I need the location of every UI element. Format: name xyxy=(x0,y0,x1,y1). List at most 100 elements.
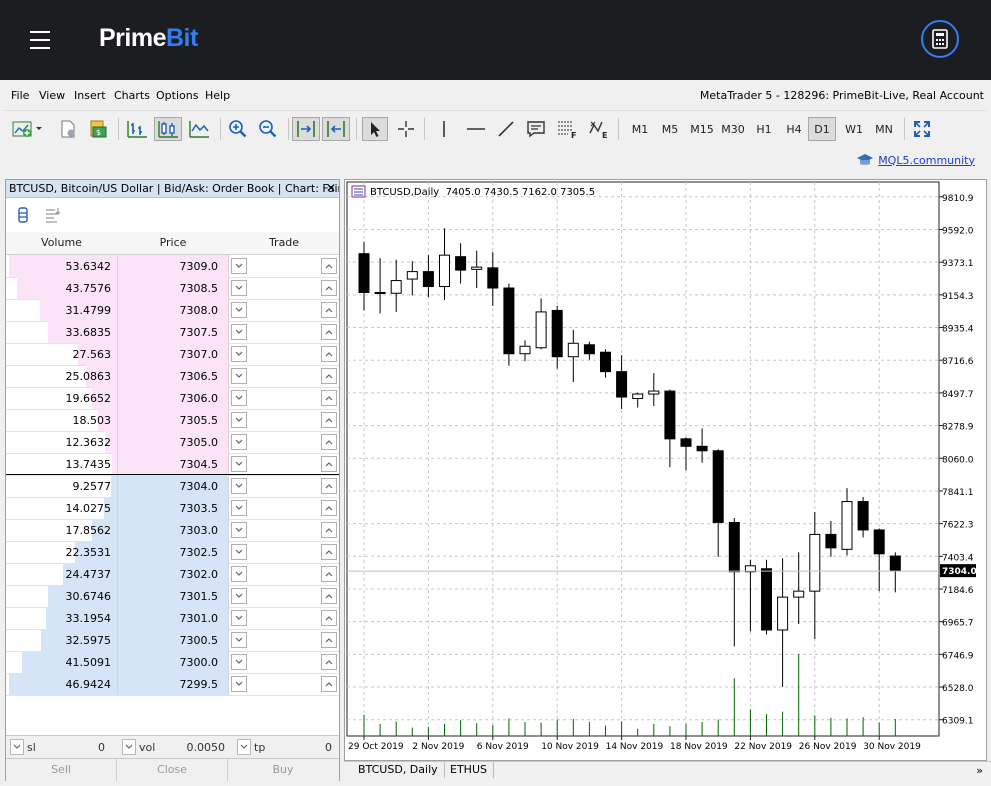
timeframe-m5[interactable]: M5 xyxy=(656,117,684,141)
ask-row[interactable]: 31.4799 7308.0 xyxy=(6,299,339,322)
chevron-down-icon[interactable] xyxy=(231,676,247,692)
chevron-down-icon[interactable] xyxy=(231,500,247,516)
new-chart-button[interactable] xyxy=(10,117,46,141)
chevron-down-icon[interactable] xyxy=(231,368,247,384)
chevron-up-icon[interactable] xyxy=(321,258,337,274)
candle-bear[interactable] xyxy=(616,371,628,398)
bar-chart-button[interactable] xyxy=(124,117,150,141)
auto-scroll-button[interactable] xyxy=(322,117,350,141)
zoom-out-button[interactable] xyxy=(256,117,280,141)
candle-bull[interactable] xyxy=(809,533,821,592)
candle-bull[interactable] xyxy=(374,292,386,295)
timeframe-d1[interactable]: D1 xyxy=(808,117,836,141)
ask-row[interactable]: 13.7435 7304.5 xyxy=(6,453,339,476)
chevron-down-icon[interactable] xyxy=(231,566,247,582)
timeframe-w1[interactable]: W1 xyxy=(840,117,868,141)
candle-bull[interactable] xyxy=(439,254,450,288)
candle-bull[interactable] xyxy=(777,596,789,631)
candle-bear[interactable] xyxy=(358,253,370,294)
chart-shift-button[interactable] xyxy=(292,117,320,141)
mql5-community-link[interactable]: MQL5.community xyxy=(856,153,975,167)
candle-bear[interactable] xyxy=(728,521,740,573)
menu-insert[interactable]: Insert xyxy=(74,89,106,102)
timeframe-m1[interactable]: M1 xyxy=(626,117,654,141)
bid-row[interactable]: 41.5091 7300.0 xyxy=(6,651,339,674)
candle-bear[interactable] xyxy=(873,529,885,555)
chevron-down-icon[interactable] xyxy=(231,522,247,538)
timeframe-mn[interactable]: MN xyxy=(870,117,898,141)
menu-file[interactable]: File xyxy=(11,89,29,102)
vertical-line-button[interactable] xyxy=(432,117,456,141)
elliott-wave-button[interactable]: E xyxy=(586,117,612,141)
chevron-down-icon[interactable] xyxy=(231,412,247,428)
chevron-up-icon[interactable] xyxy=(321,434,337,450)
chevron-up-icon[interactable] xyxy=(321,522,337,538)
candle-bull[interactable] xyxy=(793,590,805,598)
candle-bull[interactable] xyxy=(841,501,853,550)
line-chart-button[interactable] xyxy=(186,117,212,141)
chevron-down-icon[interactable] xyxy=(231,544,247,560)
chevron-down-icon[interactable] xyxy=(122,739,136,755)
chevron-down-icon[interactable] xyxy=(231,610,247,626)
chevron-down-icon[interactable] xyxy=(231,280,247,296)
chevron-up-icon[interactable] xyxy=(321,478,337,494)
horizontal-line-button[interactable] xyxy=(464,117,488,141)
chevron-up-icon[interactable] xyxy=(321,346,337,362)
chevron-up-icon[interactable] xyxy=(321,412,337,428)
candle-bear[interactable] xyxy=(664,390,676,440)
fullscreen-button[interactable] xyxy=(910,117,934,141)
bid-row[interactable]: 32.5975 7300.5 xyxy=(6,629,339,652)
chevron-down-icon[interactable] xyxy=(231,390,247,406)
chevron-down-icon[interactable] xyxy=(237,739,251,755)
menu-help[interactable]: Help xyxy=(205,89,230,102)
chevron-down-icon[interactable] xyxy=(231,478,247,494)
candle-bull[interactable] xyxy=(519,345,531,355)
ask-row[interactable]: 25.0863 7306.5 xyxy=(6,365,339,388)
candle-bear[interactable] xyxy=(503,287,515,355)
chart-window[interactable]: 9810.9 9592.0 9373.1 9154.3 8935.4 8716.6 8497… xyxy=(344,179,987,761)
close-icon[interactable]: ✕ xyxy=(326,180,336,197)
ask-row[interactable]: 43.7576 7308.5 xyxy=(6,277,339,300)
menu-view[interactable]: View xyxy=(39,89,65,102)
bid-row[interactable]: 46.9424 7299.5 xyxy=(6,673,339,696)
chevron-up-icon[interactable] xyxy=(321,654,337,670)
candle-bull[interactable] xyxy=(567,342,579,358)
timeframe-h1[interactable]: H1 xyxy=(750,117,778,141)
candle-bear[interactable] xyxy=(712,450,724,523)
chevron-up-icon[interactable] xyxy=(321,390,337,406)
candle-bear[interactable] xyxy=(761,568,772,631)
bid-row[interactable]: 17.8562 7303.0 xyxy=(6,519,339,542)
sell-button[interactable]: Sell xyxy=(6,759,117,781)
ask-row[interactable]: 19.6652 7306.0 xyxy=(6,387,339,410)
chevron-up-icon[interactable] xyxy=(321,368,337,384)
calculator-button[interactable] xyxy=(921,20,959,58)
bid-row[interactable]: 14.0275 7303.5 xyxy=(6,497,339,520)
text-label-button[interactable] xyxy=(524,117,548,141)
chevron-down-icon[interactable] xyxy=(231,434,247,450)
candle-bear[interactable] xyxy=(455,256,467,271)
candle-bear[interactable] xyxy=(889,555,901,572)
close-button[interactable]: Close xyxy=(117,759,228,781)
candle-bear[interactable] xyxy=(551,309,563,358)
chevron-up-icon[interactable] xyxy=(321,500,337,516)
candle-bear[interactable] xyxy=(600,351,611,373)
chevron-up-icon[interactable] xyxy=(321,632,337,648)
bid-row[interactable]: 33.1954 7301.0 xyxy=(6,607,339,630)
chevron-up-icon[interactable] xyxy=(321,544,337,560)
tab-btcusd-daily[interactable]: BTCUSD, Daily xyxy=(352,762,445,778)
order-book-view-icon[interactable] xyxy=(16,206,30,224)
bid-row[interactable]: 22.3531 7302.5 xyxy=(6,541,339,564)
candle-bull[interactable] xyxy=(390,280,402,294)
depth-settings-icon[interactable] xyxy=(44,206,62,224)
ask-row[interactable]: 12.3632 7305.0 xyxy=(6,431,339,454)
menu-options[interactable]: Options xyxy=(156,89,198,102)
menu-charts[interactable]: Charts xyxy=(114,89,150,102)
candle-bear[interactable] xyxy=(422,271,434,288)
bid-row[interactable]: 30.6746 7301.5 xyxy=(6,585,339,608)
hamburger-menu-icon[interactable] xyxy=(30,31,50,49)
chevron-up-icon[interactable] xyxy=(321,676,337,692)
ask-row[interactable]: 18.503 7305.5 xyxy=(6,409,339,432)
chevron-down-icon[interactable] xyxy=(231,258,247,274)
chevron-up-icon[interactable] xyxy=(321,302,337,318)
chevron-down-icon[interactable] xyxy=(231,632,247,648)
